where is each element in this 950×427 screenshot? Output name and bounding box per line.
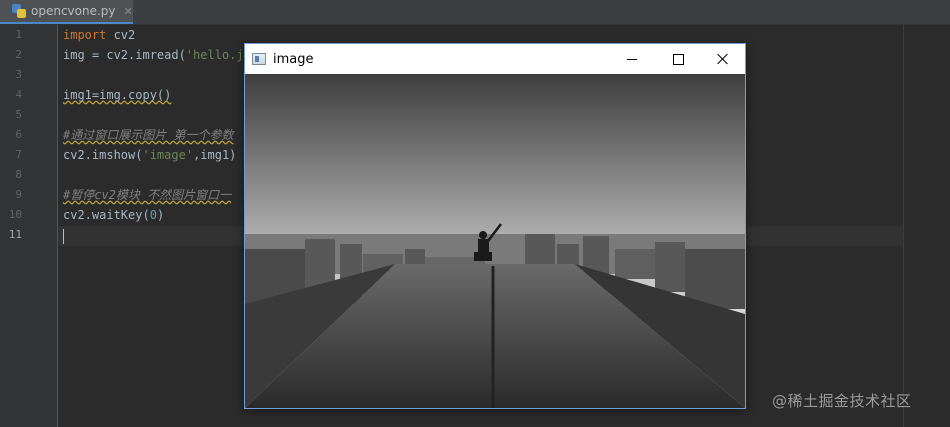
- close-icon: [717, 53, 729, 65]
- number-literal: 0: [149, 208, 157, 222]
- window-app-icon: [252, 53, 266, 65]
- string-literal: 'image': [142, 148, 194, 162]
- string-literal: 'hello.jp: [185, 48, 251, 62]
- code-line-1[interactable]: import cv2: [63, 25, 135, 45]
- code-text: img = cv2.imread(: [63, 48, 186, 62]
- code-line-10[interactable]: cv2.waitKey(0): [63, 205, 164, 225]
- rooftop-photo: [245, 74, 745, 408]
- code-text: ,img1): [193, 148, 237, 162]
- python-file-icon: [12, 4, 26, 18]
- code-line-4[interactable]: img1=img.copy(): [63, 85, 171, 105]
- line-number: 5: [15, 108, 22, 121]
- right-margin-guide: [903, 25, 904, 427]
- code-text: cv2.waitKey(: [63, 208, 150, 222]
- watermark: @稀土掘金技术社区: [772, 392, 912, 410]
- maximize-button[interactable]: [655, 44, 701, 74]
- comment: #通过窗口展示图片 第一个参数: [63, 128, 234, 142]
- window-title: image: [273, 51, 314, 67]
- code-text: ): [156, 208, 165, 222]
- minimize-button[interactable]: [609, 44, 655, 74]
- code-line-2[interactable]: img = cv2.imread('hello.jp: [63, 45, 251, 65]
- line-number: 8: [15, 168, 22, 181]
- file-tab-label: opencvone.py: [31, 4, 116, 18]
- line-number: 2: [15, 48, 22, 61]
- window-title-bar[interactable]: image: [245, 44, 745, 74]
- code-line-7[interactable]: cv2.imshow('image',img1): [63, 145, 236, 165]
- minimize-icon: [627, 58, 637, 60]
- line-number: 4: [15, 88, 22, 101]
- maximize-icon: [672, 53, 684, 65]
- line-number: 3: [15, 68, 22, 81]
- editor-tab-bar: opencvone.py ✕: [0, 0, 950, 25]
- line-number: 6: [15, 128, 22, 141]
- line-number: 7: [15, 148, 22, 161]
- code-line-9[interactable]: #暂停cv2模块 不然图片窗口一: [63, 185, 231, 205]
- line-number: 1: [15, 28, 22, 41]
- code-text: img1=img.copy(): [63, 88, 172, 102]
- comment: #暂停cv2模块 不然图片窗口一: [63, 188, 232, 202]
- line-number: 9: [15, 188, 22, 201]
- line-number-active: 11: [8, 228, 22, 241]
- keyword-import: import: [63, 28, 107, 42]
- close-tab-icon[interactable]: ✕: [124, 5, 133, 18]
- close-window-button[interactable]: [700, 44, 746, 74]
- line-number: 10: [8, 208, 22, 221]
- text-caret: [63, 229, 64, 244]
- opencv-image-window[interactable]: image: [244, 43, 746, 409]
- code-text: cv2.imshow(: [63, 148, 143, 162]
- file-tab[interactable]: opencvone.py ✕: [0, 0, 133, 24]
- code-text: cv2: [106, 28, 136, 42]
- code-line-6[interactable]: #通过窗口展示图片 第一个参数: [63, 125, 233, 145]
- line-number-gutter: 1 2 3 4 5 6 7 8 9 10 11: [0, 25, 58, 427]
